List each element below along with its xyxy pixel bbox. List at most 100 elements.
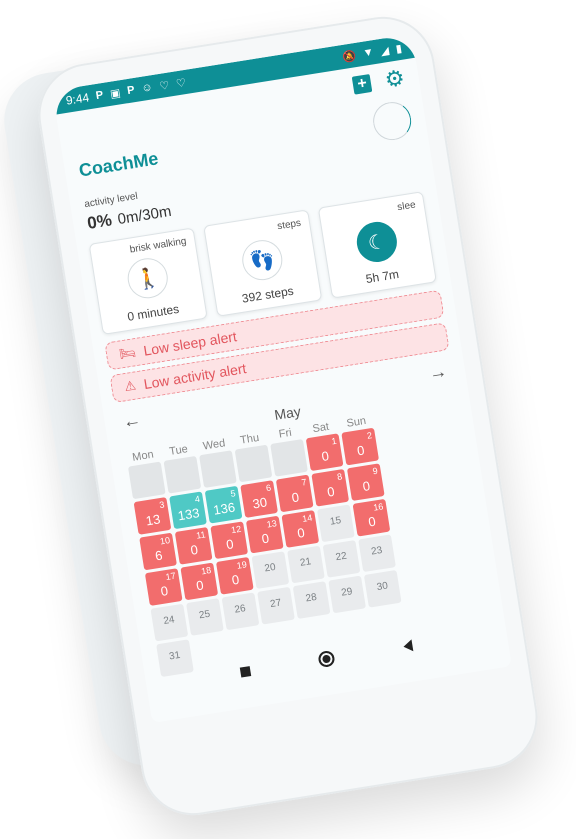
calendar-day[interactable]: 21: [287, 545, 325, 584]
calendar-day[interactable]: 11 0: [174, 526, 213, 565]
day-number: 7: [300, 476, 308, 488]
card-title: slee: [396, 199, 417, 214]
alert-text: Low sleep alert: [142, 328, 238, 359]
calendar-day[interactable]: 17 0: [144, 568, 183, 606]
add-button[interactable]: +: [351, 73, 373, 95]
day-number: 29: [340, 586, 354, 599]
day-value: 0: [260, 530, 271, 547]
status-time: 9:44: [64, 90, 91, 108]
bed-icon: 🛏: [118, 344, 137, 362]
battery-icon: ▮: [394, 42, 403, 56]
day-number: 4: [194, 493, 201, 505]
calendar-day[interactable]: 80: [311, 468, 350, 507]
calendar-day[interactable]: 22: [322, 540, 361, 578]
calendar-day[interactable]: 3 13: [133, 497, 172, 535]
calendar-empty-cell: [127, 461, 166, 500]
calendar-day[interactable]: 4 133: [169, 491, 207, 530]
calendar-day[interactable]: 14 0: [281, 510, 320, 548]
alert-text: Low activity alert: [142, 360, 248, 393]
card-title: steps: [276, 217, 302, 233]
calendar-empty-cell: [163, 455, 202, 494]
day-number: 25: [198, 608, 211, 622]
day-value: 6: [153, 547, 164, 564]
calendar-day[interactable]: 19 0: [215, 556, 254, 595]
day-number: 24: [162, 614, 176, 627]
day-number: 27: [269, 597, 283, 611]
day-value: 13: [144, 511, 162, 529]
day-number: 13: [265, 518, 278, 530]
calendar-day[interactable]: 16 0: [352, 498, 391, 537]
day-value: 133: [176, 505, 201, 524]
home-button[interactable]: [317, 649, 337, 669]
card-sleep[interactable]: slee ☾ 5h 7m: [317, 191, 437, 299]
calendar-day[interactable]: 6 30: [240, 480, 279, 518]
day-value: 0: [367, 513, 377, 530]
day-number: 5: [229, 488, 237, 499]
day-number: 30: [376, 580, 389, 594]
calendar-day[interactable]: 27: [257, 586, 295, 625]
day-value: 0: [195, 577, 205, 594]
recents-button[interactable]: [239, 666, 252, 678]
calendar-day[interactable]: 24: [150, 603, 189, 642]
day-number: 17: [164, 570, 177, 583]
calendar-day[interactable]: 10: [305, 433, 344, 472]
wifi-icon: ▼: [361, 46, 375, 60]
card-steps[interactable]: steps 👣 392 steps: [203, 209, 323, 317]
progress-ring[interactable]: [370, 99, 414, 143]
back-button[interactable]: [402, 639, 414, 653]
day-number: 3: [158, 499, 166, 511]
day-number: 1: [330, 435, 338, 447]
calendar-day[interactable]: 18 0: [180, 562, 219, 601]
warning-icon: ⚠: [123, 377, 138, 395]
notification-icon: P: [126, 84, 136, 98]
day-number: 8: [336, 471, 343, 483]
day-number: 20: [263, 561, 277, 575]
calendar-day[interactable]: 28: [292, 581, 331, 619]
day-number: 23: [370, 544, 384, 558]
card-title: brisk walking: [129, 235, 188, 256]
calendar-day[interactable]: 5 136: [204, 485, 243, 524]
calendar-day[interactable]: 23: [358, 534, 396, 573]
activity-value: 0m/30m: [116, 202, 173, 229]
card-brisk-walking[interactable]: brisk walking 🚶 0 minutes: [88, 227, 208, 335]
arrow-left-icon[interactable]: ←: [121, 409, 142, 433]
calendar-day[interactable]: 30: [363, 569, 402, 608]
calendar-day[interactable]: 26: [221, 592, 260, 631]
day-number: 2: [366, 430, 373, 441]
day-number: 11: [195, 529, 207, 541]
day-number: 16: [372, 501, 385, 513]
calendar-day[interactable]: 12 0: [210, 521, 249, 560]
image-icon: ▣: [109, 86, 122, 101]
day-number: 21: [299, 556, 312, 569]
day-number: 14: [301, 512, 313, 524]
signal-icon: ◢: [379, 44, 390, 58]
calendar-day[interactable]: 10 6: [139, 532, 177, 571]
calendar-day[interactable]: 31: [156, 639, 194, 678]
calendar-day[interactable]: 90: [346, 463, 385, 502]
day-number: 28: [304, 591, 318, 605]
day-value: 0: [326, 483, 336, 500]
face-icon: ☺: [140, 81, 154, 95]
gear-icon[interactable]: ⚙: [383, 65, 406, 93]
calendar-day[interactable]: 20: [341, 427, 380, 466]
arrow-right-icon[interactable]: →: [428, 361, 449, 385]
calendar-day[interactable]: 25: [186, 598, 224, 636]
day-number: 18: [200, 564, 212, 577]
calendar-day[interactable]: 29: [328, 575, 367, 614]
calendar-empty-cell: [234, 444, 273, 483]
calendar-day[interactable]: 20: [251, 551, 290, 590]
day-value: 136: [212, 499, 237, 518]
day-value: 0: [356, 442, 366, 459]
moon-icon: ☾: [353, 219, 400, 265]
calendar-day[interactable]: 15: [317, 504, 355, 543]
day-number: 12: [230, 523, 242, 536]
notification-icon: P: [95, 89, 105, 103]
calendar-empty-cell: [270, 438, 308, 477]
walking-icon: 🚶: [124, 255, 171, 302]
plus-icon: +: [356, 74, 369, 93]
day-number: 6: [265, 482, 272, 494]
calendar-day[interactable]: 13 0: [245, 515, 284, 554]
calendar-day[interactable]: 70: [275, 474, 314, 513]
heart-icon: ♡: [158, 79, 171, 93]
footsteps-icon: 👣: [239, 237, 286, 283]
